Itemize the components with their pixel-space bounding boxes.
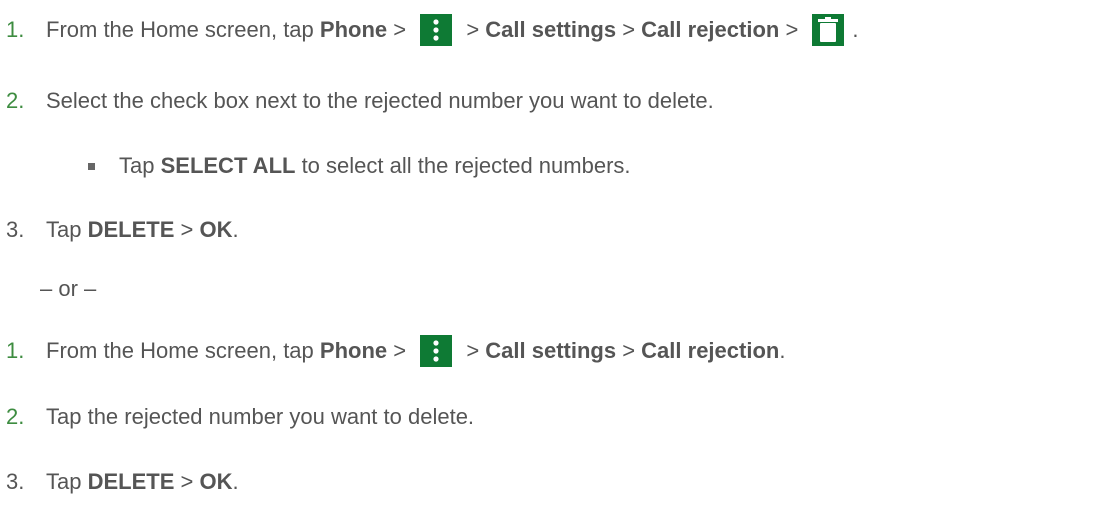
ok-label: OK [199,469,233,494]
step-number: 2. [6,404,25,429]
call-rejection-label: Call rejection [641,338,780,363]
step-1-line: 1. From the Home screen, tap Phone > > C… [0,13,859,47]
alt-step-1-line: 1. From the Home screen, tap Phone > > C… [0,334,785,368]
bullet-text-post: to select all the rejected numbers. [295,153,631,178]
step-text-pre: Tap [46,469,88,494]
separator: > [779,17,805,42]
delete-label: DELETE [87,469,175,494]
step-text: Tap DELETE > OK . [46,217,239,243]
or-divider-line: – or – [0,272,96,306]
separator: > [460,338,486,363]
trash-icon [812,14,845,46]
phone-label: Phone [319,338,388,363]
step-2-line: 2. Select the check box next to the reje… [0,84,714,118]
phone-label: Phone [319,17,388,42]
separator: > [387,338,413,363]
step-text-end: . [779,338,786,363]
step-text-end: . [852,17,859,42]
bullet-text: Tap SELECT ALL to select all the rejecte… [119,153,631,179]
step-text: From the Home screen, tap Phone > > Call… [46,335,785,367]
step-text: Tap the rejected number you want to dele… [46,404,475,429]
step-text: From the Home screen, tap Phone > > Call… [46,14,859,46]
more-vert-icon [420,14,453,46]
step-3-line: 3. Tap DELETE > OK . [0,213,239,247]
separator: > [174,217,200,242]
step-text-end: . [232,469,239,494]
step-text: Tap DELETE > OK . [46,469,239,495]
separator: > [616,17,642,42]
step-text-pre: From the Home screen, tap [46,338,320,363]
step-number: 3. [6,469,25,494]
separator: > [174,469,200,494]
call-settings-label: Call settings [485,338,617,363]
more-vert-icon [420,335,453,367]
separator: > [616,338,642,363]
ok-label: OK [199,217,233,242]
separator: > [387,17,413,42]
step-text-pre: From the Home screen, tap [46,17,320,42]
step-number: 1. [6,338,25,363]
delete-label: DELETE [87,217,175,242]
bullet-square-icon [88,162,95,170]
step-text-pre: Tap [46,217,88,242]
instructions-document: 1. From the Home screen, tap Phone > > C… [0,0,1099,514]
call-rejection-label: Call rejection [641,17,780,42]
bullet-line: Tap SELECT ALL to select all the rejecte… [0,149,631,183]
select-all-label: SELECT ALL [160,153,296,178]
step-text-end: . [232,217,239,242]
bullet-text-pre: Tap [119,153,161,178]
step-number: 1. [6,17,25,42]
step-number: 2. [6,88,25,113]
step-text: Select the check box next to the rejecte… [46,88,714,113]
alt-step-3-line: 3. Tap DELETE > OK . [0,465,239,499]
separator: > [460,17,486,42]
alt-step-2-line: 2. Tap the rejected number you want to d… [0,400,474,434]
call-settings-label: Call settings [485,17,617,42]
step-number: 3. [6,217,25,242]
or-divider-text: – or – [40,276,97,301]
